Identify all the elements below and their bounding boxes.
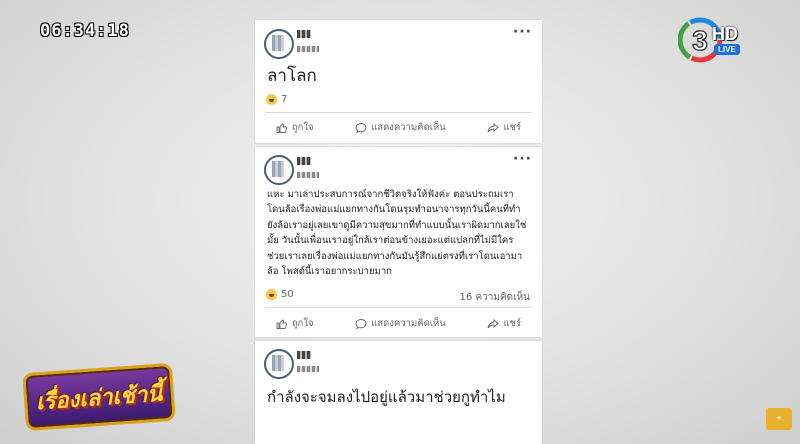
comment-count[interactable]: 16 ความคิดเห็น [460, 290, 530, 305]
comment-label: แสดงความคิดเห็น [371, 122, 446, 133]
post-meta-redacted [297, 172, 319, 178]
comment-label: แสดงความคิดเห็น [371, 318, 446, 329]
comment-icon [355, 122, 367, 133]
author-name-redacted[interactable] [297, 30, 311, 38]
post-body: ลาโลก [267, 66, 317, 86]
haha-reaction-icon [266, 94, 277, 105]
post-card: กำลังจะจมลงไปอยู่แล้วมาช่วยกูทำไม [255, 341, 542, 444]
reaction-summary[interactable]: 50 [266, 289, 294, 300]
hd-label: HD [712, 24, 738, 44]
comment-button[interactable]: แสดงความคิดเห็น [355, 316, 446, 331]
program-logo: เรื่องเล่าเช้านี้ [22, 362, 176, 432]
live-badge: LIVE [714, 44, 740, 55]
post-meta-redacted [297, 46, 319, 52]
like-label: ถูกใจ [291, 122, 314, 133]
thumbs-up-icon [276, 123, 287, 133]
divider [265, 112, 532, 113]
comment-button[interactable]: แสดงความคิดเห็น [355, 120, 446, 135]
more-options-icon[interactable]: ··· [513, 24, 532, 40]
like-label: ถูกใจ [291, 318, 314, 329]
reaction-summary[interactable]: 7 [266, 94, 287, 105]
author-name-redacted[interactable] [297, 351, 311, 359]
corner-watermark-icon: ✦ [766, 408, 792, 430]
comment-icon [355, 318, 367, 329]
share-button[interactable]: แชร์ [487, 120, 521, 135]
share-icon [487, 318, 500, 328]
share-icon [487, 122, 500, 132]
share-button[interactable]: แชร์ [487, 316, 521, 331]
avatar[interactable] [264, 349, 294, 379]
reaction-count: 7 [281, 94, 288, 105]
post-body: กำลังจะจมลงไปอยู่แล้วมาช่วยกูทำไม [267, 388, 506, 406]
broadcast-timestamp: 06:34:18 [40, 21, 130, 41]
like-button[interactable]: ถูกใจ [276, 316, 314, 331]
channel-3-logo: 3 HD LIVE [678, 16, 758, 68]
post-card: ··· ลาโลก 7 ถูกใจ แสดงความคิดเห็น แชร์ [255, 20, 542, 143]
divider [265, 307, 532, 308]
post-meta-redacted [297, 366, 319, 372]
haha-reaction-icon [266, 289, 277, 300]
channel-number: 3 [692, 25, 708, 56]
post-card: ··· แหะ มาเล่าประสบการณ์จากชีวิตจริงให้ฟ… [255, 147, 542, 337]
avatar[interactable] [264, 29, 294, 59]
author-name-redacted[interactable] [297, 157, 311, 165]
like-button[interactable]: ถูกใจ [276, 120, 314, 135]
avatar[interactable] [264, 155, 294, 185]
more-options-icon[interactable]: ··· [513, 151, 532, 167]
thumbs-up-icon [276, 319, 287, 329]
share-label: แชร์ [503, 122, 522, 133]
share-label: แชร์ [503, 318, 522, 329]
post-actions: ถูกใจ แสดงความคิดเห็น แชร์ [255, 316, 542, 331]
post-body: แหะ มาเล่าประสบการณ์จากชีวิตจริงให้ฟังค่… [267, 189, 527, 278]
reaction-count: 50 [281, 289, 294, 300]
post-actions: ถูกใจ แสดงความคิดเห็น แชร์ [255, 120, 542, 135]
